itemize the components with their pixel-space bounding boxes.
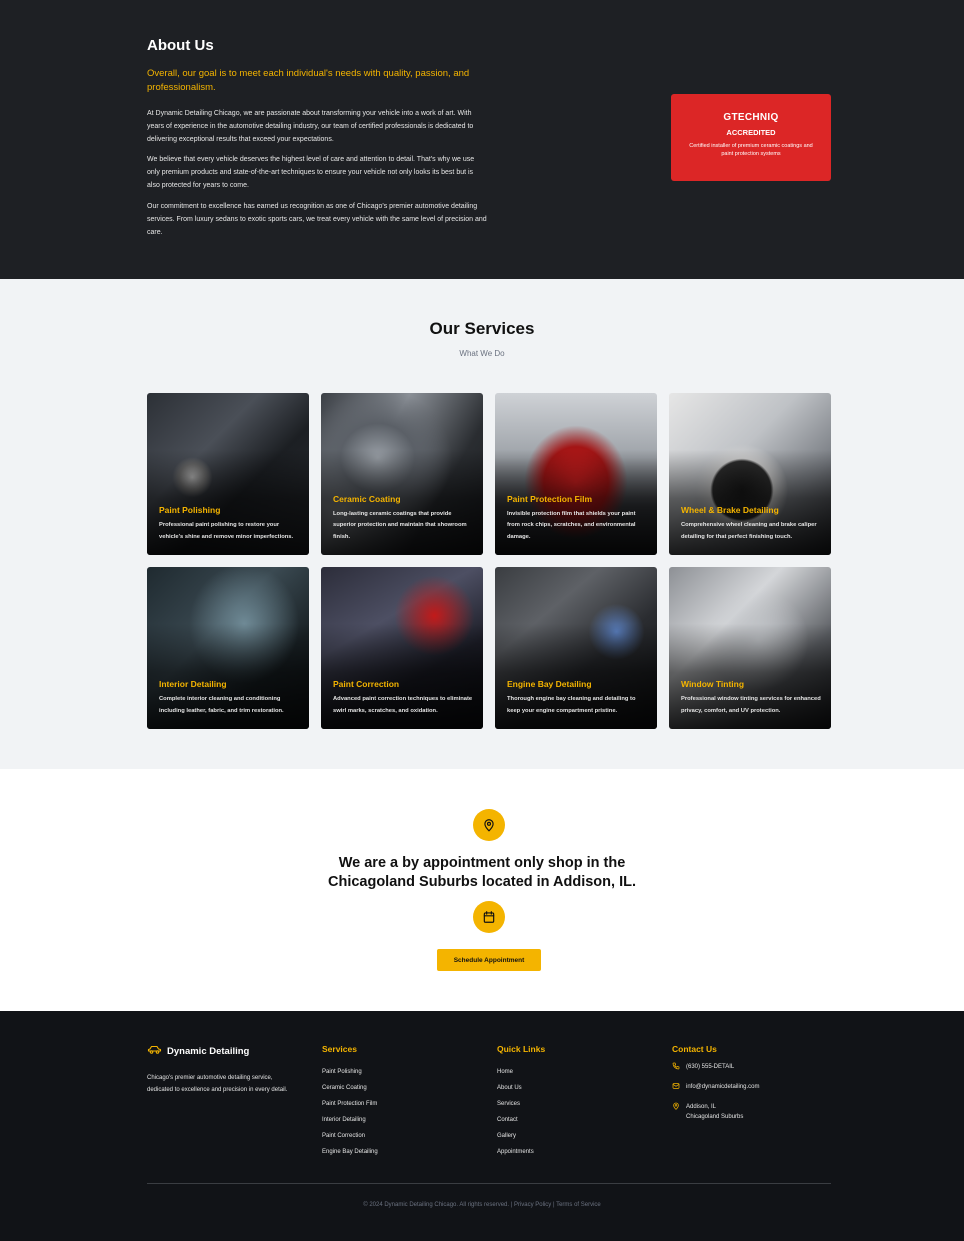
service-card-title: Ceramic Coating (333, 493, 401, 504)
footer-phone[interactable]: (630) 555-DETAIL (672, 1062, 759, 1074)
service-card-desc: Professional window tinting services for… (681, 696, 821, 714)
footer-contact-column: Contact Us (630) 555-DETAIL info@dynamic… (672, 1044, 759, 1122)
service-card-desc: Complete interior cleaning and condition… (159, 696, 284, 714)
footer-link[interactable]: Contact (497, 1112, 545, 1128)
schedule-appointment-button[interactable]: Schedule Appointment (437, 949, 541, 971)
about-paragraph: We believe that every vehicle deserves t… (147, 156, 475, 189)
footer-link[interactable]: About Us (497, 1080, 545, 1096)
service-card-desc: Thorough engine bay cleaning and detaili… (507, 696, 636, 714)
services-title: Our Services (429, 319, 535, 338)
map-pin-icon (473, 809, 505, 841)
service-card-desc: Professional paint polishing to restore … (159, 522, 294, 540)
about-paragraph: Our commitment to excellence has earned … (147, 203, 487, 236)
about-lead: Overall, our goal is to meet each indivi… (147, 68, 470, 93)
service-card-title: Wheel & Brake Detailing (681, 505, 779, 515)
service-card-title: Paint Correction (333, 679, 400, 689)
footer-email[interactable]: info@dynamicdetailing.com (672, 1082, 759, 1094)
service-card-paint-polishing[interactable]: Paint Polishing Professional paint polis… (147, 393, 309, 555)
address-line: Addison, IL (686, 1104, 717, 1110)
footer-link[interactable]: Paint Correction (322, 1128, 378, 1144)
footer-link[interactable]: Interior Detailing (322, 1112, 378, 1128)
services-subtitle: What We Do (459, 349, 505, 358)
footer-services-title: Services (322, 1044, 357, 1054)
gtechniq-badge: GTECHNIQ ACCREDITED Certified installer … (671, 94, 831, 181)
service-card-desc: Long-lasting ceramic coatings that provi… (333, 510, 467, 540)
footer-brand-column: Dynamic Detailing Chicago's premier auto… (147, 1044, 297, 1096)
footer-contact-title: Contact Us (672, 1044, 717, 1054)
about-paragraph: At Dynamic Detailing Chicago, we are pas… (147, 110, 474, 143)
service-card-paint-correction[interactable]: Paint Correction Advanced paint correcti… (321, 567, 483, 729)
service-card-window-tinting[interactable]: Window Tinting Professional window tinti… (669, 567, 831, 729)
service-card-interior-detailing[interactable]: Interior Detailing Complete interior cle… (147, 567, 309, 729)
footer-description: Chicago's premier automotive detailing s… (147, 1075, 288, 1093)
footer: Dynamic Detailing Chicago's premier auto… (0, 1011, 964, 1241)
map-pin-icon (672, 1102, 680, 1114)
service-card-title: Paint Protection Film (507, 493, 593, 504)
footer-address-text: Addison, IL Chicagoland Suburbs (686, 1102, 743, 1122)
location-section: We are a by appointment only shop in the… (0, 769, 964, 1011)
badge-text: Certified installer of premium ceramic c… (689, 143, 813, 157)
footer-link[interactable]: Ceramic Coating (322, 1080, 378, 1096)
footer-services-column: Services Paint Polishing Ceramic Coating… (322, 1044, 378, 1160)
service-card-desc: Advanced paint correction techniques to … (333, 696, 473, 714)
service-card-paint-protection-film[interactable]: Paint Protection Film Invisible protecti… (495, 393, 657, 555)
service-card-ceramic-coating[interactable]: Ceramic Coating Long-lasting ceramic coa… (321, 393, 483, 555)
calendar-icon (473, 901, 505, 933)
footer-brand[interactable]: Dynamic Detailing (147, 1044, 297, 1058)
footer-phone-text: (630) 555-DETAIL (686, 1064, 735, 1070)
badge-name: GTECHNIQ (723, 112, 779, 123)
address-line: Chicagoland Suburbs (686, 1114, 744, 1120)
footer-links-column: Quick Links Home About Us Services Conta… (497, 1044, 545, 1160)
footer-email-text: info@dynamicdetailing.com (686, 1084, 760, 1090)
service-card-title: Engine Bay Detailing (507, 679, 592, 689)
footer-copyright: © 2024 Dynamic Detailing Chicago. All ri… (363, 1202, 601, 1208)
footer-services-list: Paint Polishing Ceramic Coating Paint Pr… (322, 1064, 378, 1160)
footer-link[interactable]: Services (497, 1096, 545, 1112)
footer-links-title: Quick Links (497, 1044, 546, 1054)
location-heading-line: Chicagoland Suburbs located in Addison, … (327, 874, 636, 890)
footer-divider (147, 1183, 831, 1184)
services-section: Our Services What We Do Paint Polishing … (0, 279, 964, 769)
footer-link[interactable]: Gallery (497, 1128, 545, 1144)
service-card-title: Paint Polishing (159, 505, 221, 515)
footer-link[interactable]: Engine Bay Detailing (322, 1144, 378, 1160)
car-icon (147, 1044, 162, 1058)
footer-brand-name: Dynamic Detailing (167, 1045, 250, 1057)
about-section: About Us Overall, our goal is to meet ea… (0, 0, 964, 279)
service-card-title: Window Tinting (681, 679, 745, 689)
footer-address: Addison, IL Chicagoland Suburbs (672, 1102, 759, 1122)
service-card-desc: Invisible protection film that shields y… (507, 510, 636, 540)
footer-link[interactable]: Home (497, 1064, 545, 1080)
badge-status: ACCREDITED (726, 128, 776, 137)
service-card-desc: Comprehensive wheel cleaning and brake c… (681, 522, 817, 540)
footer-link[interactable]: Paint Protection Film (322, 1096, 378, 1112)
mail-icon (672, 1082, 680, 1094)
footer-link[interactable]: Paint Polishing (322, 1064, 378, 1080)
footer-link[interactable]: Appointments (497, 1144, 545, 1160)
phone-icon (672, 1062, 680, 1074)
location-heading-line: We are a by appointment only shop in the (338, 855, 626, 871)
service-card-title: Interior Detailing (159, 679, 227, 689)
service-card-engine-bay-detailing[interactable]: Engine Bay Detailing Thorough engine bay… (495, 567, 657, 729)
footer-links-list: Home About Us Services Contact Gallery A… (497, 1064, 545, 1160)
service-card-wheel-brake-detailing[interactable]: Wheel & Brake Detailing Comprehensive wh… (669, 393, 831, 555)
about-title: About Us (147, 37, 214, 54)
location-heading: We are a by appointment only shop in the… (0, 854, 964, 892)
